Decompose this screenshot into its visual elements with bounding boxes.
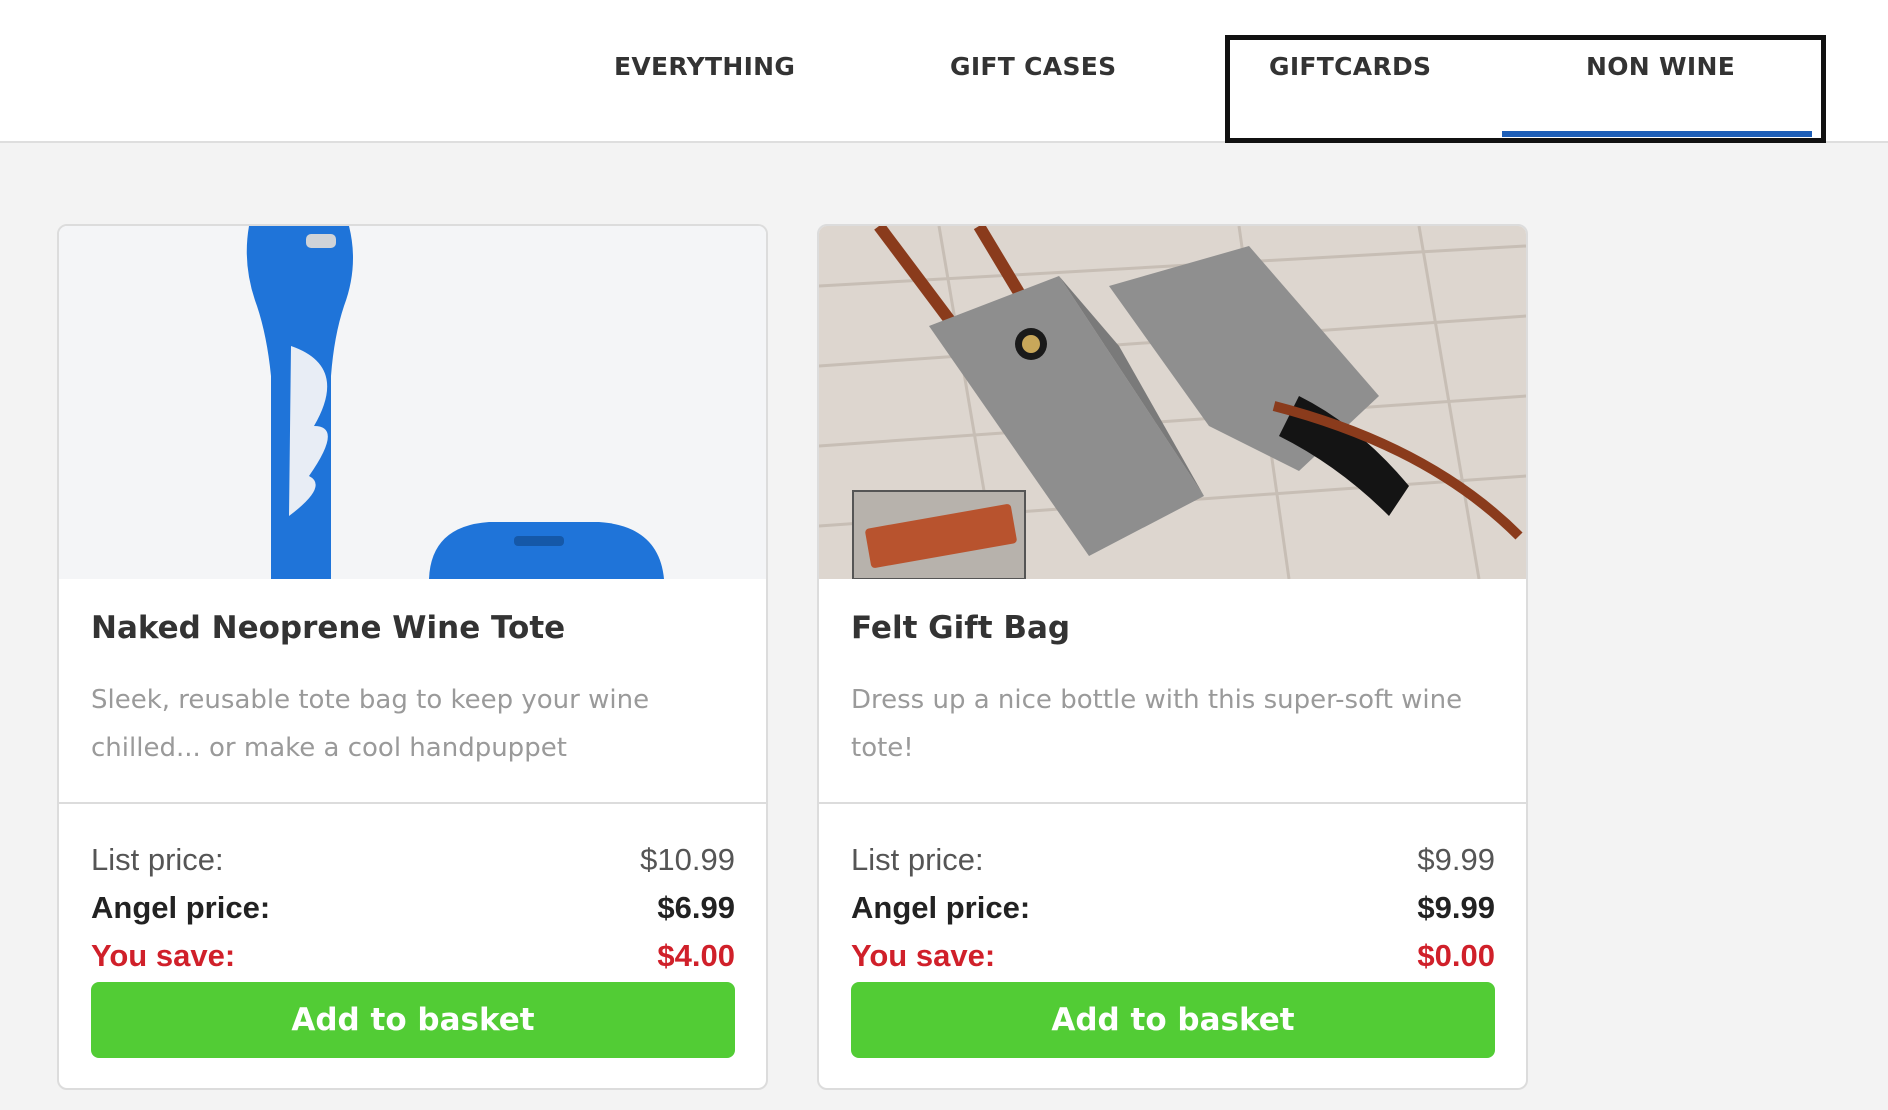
card-divider xyxy=(59,802,766,804)
tab-everything[interactable]: EVERYTHING xyxy=(614,52,795,81)
add-to-basket-button[interactable]: Add to basket xyxy=(91,982,735,1058)
angel-price-label: Angel price: xyxy=(851,890,1031,925)
tab-giftcards[interactable]: GIFTCARDS xyxy=(1269,52,1431,81)
product-image-felt-gift-bag[interactable] xyxy=(819,226,1526,579)
list-price-label: List price: xyxy=(91,842,224,877)
you-save-value: $0.00 xyxy=(1417,938,1495,973)
active-tab-indicator xyxy=(1502,131,1812,137)
card-divider xyxy=(819,802,1526,804)
top-navigation: EVERYTHING GIFT CASES GIFTCARDS NON WINE xyxy=(0,0,1888,143)
product-title[interactable]: Felt Gift Bag xyxy=(851,610,1070,646)
product-description: Sleek, reusable tote bag to keep your wi… xyxy=(91,685,650,763)
list-price-value: $9.99 xyxy=(1417,842,1495,877)
product-card: Naked Neoprene Wine Tote Sleek, reusable… xyxy=(57,224,768,1090)
tab-non-wine[interactable]: NON WINE xyxy=(1586,52,1735,81)
product-title[interactable]: Naked Neoprene Wine Tote xyxy=(91,610,565,646)
you-save-label: You save: xyxy=(851,938,996,973)
product-image-neoprene-tote[interactable] xyxy=(59,226,766,579)
tab-gift-cases[interactable]: GIFT CASES xyxy=(950,52,1116,81)
angel-price-value: $6.99 xyxy=(657,890,735,925)
product-description: Dress up a nice bottle with this super-s… xyxy=(851,685,1463,763)
angel-price-value: $9.99 xyxy=(1417,890,1495,925)
list-price-label: List price: xyxy=(851,842,984,877)
you-save-label: You save: xyxy=(91,938,236,973)
you-save-value: $4.00 xyxy=(657,938,735,973)
angel-price-label: Angel price: xyxy=(91,890,271,925)
product-card: Felt Gift Bag Dress up a nice bottle wit… xyxy=(817,224,1528,1090)
add-to-basket-button[interactable]: Add to basket xyxy=(851,982,1495,1058)
list-price-value: $10.99 xyxy=(640,842,735,877)
